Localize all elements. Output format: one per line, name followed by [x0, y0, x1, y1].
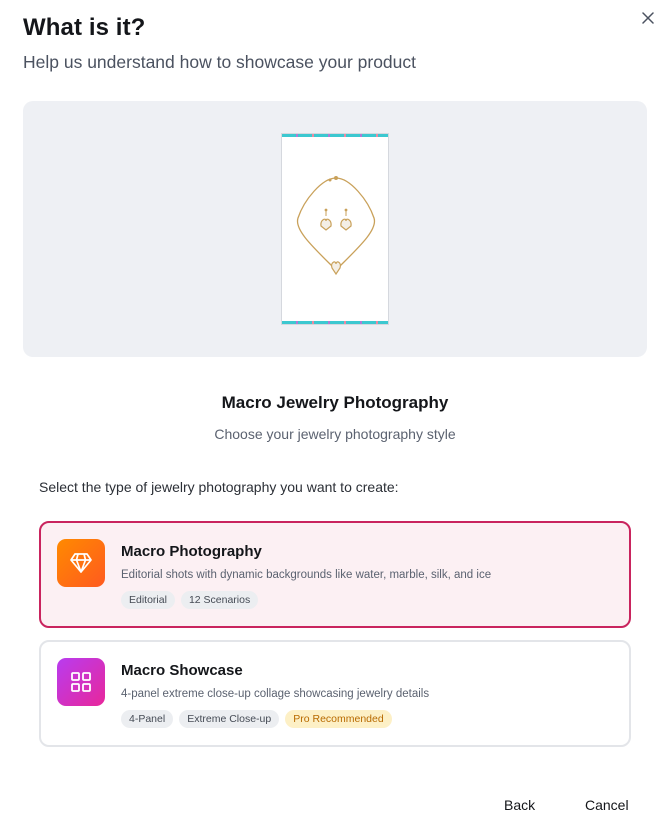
option-title: Macro Showcase: [121, 662, 243, 679]
option-macro-showcase[interactable]: Macro Showcase 4-panel extreme close-up …: [39, 640, 631, 747]
tag-4-panel: 4-Panel: [121, 710, 174, 728]
image-top-strip: [282, 134, 388, 137]
tag-extreme-closeup: Extreme Close-up: [179, 710, 280, 728]
back-button[interactable]: Back: [504, 797, 535, 813]
section-subtitle: Choose your jewelry photography style: [214, 426, 456, 442]
product-preview-area: [23, 101, 647, 357]
option-title: Macro Photography: [121, 543, 262, 560]
dialog: What is it? Help us understand how to sh…: [0, 0, 670, 840]
tag-editorial: Editorial: [121, 591, 175, 609]
close-icon: [642, 12, 654, 24]
product-image: [281, 133, 389, 325]
necklace-image: [296, 176, 376, 276]
selection-prompt: Select the type of jewelry photography y…: [39, 479, 399, 495]
image-bottom-strip: [282, 321, 388, 324]
option-icon-tile: [57, 658, 105, 706]
tag-scenarios: 12 Scenarios: [180, 591, 259, 609]
close-button[interactable]: [638, 8, 658, 28]
option-tags: Editorial 12 Scenarios: [121, 591, 259, 609]
option-macro-photography[interactable]: Macro Photography Editorial shots with d…: [39, 521, 631, 628]
option-description: Editorial shots with dynamic backgrounds…: [121, 569, 492, 581]
diamond-icon: [70, 553, 92, 573]
option-icon-tile: [57, 539, 105, 587]
section-title: Macro Jewelry Photography: [221, 393, 449, 412]
option-description: 4-panel extreme close-up collage showcas…: [121, 688, 430, 700]
option-tags: 4-Panel Extreme Close-up Pro Recommended: [121, 710, 392, 728]
grid-icon: [71, 672, 91, 692]
dialog-subtitle: Help us understand how to showcase your …: [23, 52, 417, 72]
tag-pro-recommended: Pro Recommended: [285, 710, 392, 728]
cancel-button[interactable]: Cancel: [585, 797, 629, 813]
dialog-title: What is it?: [23, 14, 146, 41]
